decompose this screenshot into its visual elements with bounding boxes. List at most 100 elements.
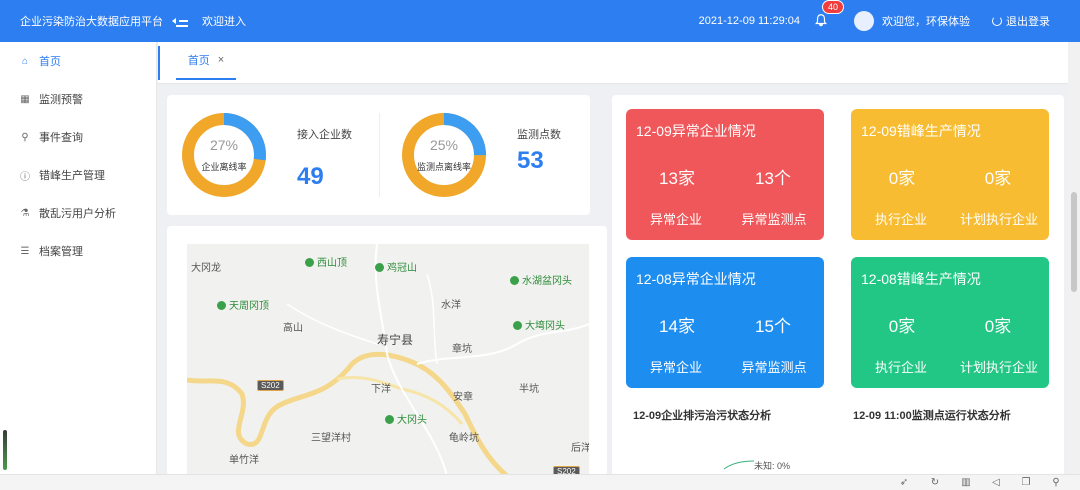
status-card-value: 14家	[659, 317, 695, 336]
sidebar-item-event-query[interactable]: ⚲ 事件查询	[0, 118, 156, 156]
sidebar-item-label: 监测预警	[39, 94, 83, 106]
tab-label: 首页	[187, 55, 210, 67]
menu-fold-icon[interactable]	[172, 12, 190, 30]
logout-label: 退出登录	[1006, 16, 1050, 28]
map-card: 大冈龙 西山顶 鸡冠山 水湖盆冈头 天周冈顶 水洋 高山 大塆冈头 寿宁县 章坑…	[167, 226, 607, 476]
power-icon	[992, 16, 1002, 26]
rocket-icon[interactable]: ➶	[898, 477, 910, 489]
status-card-value: 0家	[984, 317, 1012, 336]
status-card-label: 执行企业	[874, 360, 927, 375]
user-greeting: 欢迎您，环保体验	[882, 16, 970, 28]
platform-title: 企业污染防治大数据应用平台	[20, 16, 163, 28]
notification-bell-icon[interactable]: 40	[814, 0, 845, 29]
map-poi: 大冈头	[385, 411, 427, 426]
scrollbar-thumb[interactable]	[1071, 192, 1077, 292]
close-icon[interactable]: ×	[218, 54, 224, 66]
unknown-percent-label: 未知: 0%	[754, 461, 791, 471]
map-place: 龟岭坑	[449, 433, 479, 444]
enterprise-count-value: 49	[297, 163, 324, 190]
sidebar-item-label: 散乱污用户分析	[39, 208, 116, 220]
trash-icon[interactable]: ▥	[960, 477, 972, 489]
status-card-value: 0家	[888, 169, 916, 188]
status-card-label: 异常企业	[649, 360, 702, 375]
status-card-label: 异常监测点	[741, 212, 807, 227]
enterprise-offline-donut: 27% 企业离线率	[179, 110, 269, 200]
map-poi: 水湖盆冈头	[510, 272, 572, 287]
map-place: 半坑	[519, 384, 539, 395]
map-place: 三望洋村	[311, 433, 351, 444]
logout-button[interactable]: 退出登录	[992, 13, 1050, 29]
status-card-title: 12-09异常企业情况	[636, 123, 756, 139]
list-indent-icon: ☰	[20, 245, 30, 257]
status-card-value: 13家	[659, 169, 695, 188]
map-place: 大冈龙	[191, 263, 221, 274]
sidebar-item-archive[interactable]: ☰ 档案管理	[0, 232, 156, 270]
sidebar-item-label: 事件查询	[39, 132, 83, 144]
status-card-value: 15个	[755, 317, 791, 336]
top-header: 企业污染防治大数据应用平台 欢迎进入 2021-12-09 11:29:04 4…	[0, 0, 1080, 42]
map-view[interactable]: 大冈龙 西山顶 鸡冠山 水湖盆冈头 天周冈顶 水洋 高山 大塆冈头 寿宁县 章坑…	[187, 244, 589, 476]
status-card-abnormal-1209[interactable]: 12-09异常企业情况 13家 13个 异常企业 异常监测点	[626, 109, 824, 240]
status-card-label: 执行企业	[874, 212, 927, 227]
map-place: 后洋	[571, 443, 589, 454]
sidebar: ⌂ 首页 ▦ 监测预警 ⚲ 事件查询 ⓘ 错峰生产管理 ⚗ 散乱污用户分析 ☰ …	[0, 42, 157, 474]
map-place: 单竹洋	[229, 455, 259, 466]
status-card-peak-1208[interactable]: 12-08错峰生产情况 0家 0家 执行企业 计划执行企业	[851, 257, 1049, 388]
map-place: 水洋	[441, 300, 461, 311]
status-card-title: 12-09错峰生产情况	[861, 123, 981, 139]
welcome-text: 欢迎进入	[202, 16, 246, 28]
status-panel: 12-09异常企业情况 13家 13个 异常企业 异常监测点 12-09错峰生产…	[612, 95, 1064, 476]
info-icon: ⓘ	[20, 171, 30, 183]
sidebar-item-polluter-analysis[interactable]: ⚗ 散乱污用户分析	[0, 194, 156, 232]
divider	[379, 113, 380, 197]
map-poi: 西山顶	[305, 254, 347, 269]
points-count-value: 53	[517, 147, 544, 174]
status-card-peak-1209[interactable]: 12-09错峰生产情况 0家 0家 执行企业 计划执行企业	[851, 109, 1049, 240]
points-offline-donut: 25% 监测点离线率	[399, 110, 489, 200]
map-place: 安章	[453, 392, 473, 403]
status-card-value: 0家	[888, 317, 916, 336]
user-avatar[interactable]	[854, 11, 874, 31]
sidebar-item-home[interactable]: ⌂ 首页	[0, 42, 156, 80]
points-count-label: 监测点数	[517, 129, 561, 141]
window-icon[interactable]: ❐	[1020, 477, 1032, 489]
map-poi: 天周冈顶	[217, 297, 269, 312]
sidebar-item-label: 错峰生产管理	[39, 170, 105, 182]
donut-label: 监测点离线率	[416, 162, 471, 172]
status-card-value: 0家	[984, 169, 1012, 188]
status-card-abnormal-1208[interactable]: 12-08异常企业情况 14家 15个 异常企业 异常监测点	[626, 257, 824, 388]
map-place: 下洋	[371, 384, 391, 395]
map-county: 寿宁县	[377, 333, 414, 347]
status-card-title: 12-08异常企业情况	[636, 271, 756, 287]
stats-card: 27% 企业离线率 接入企业数 49 25% 监测点离线率 监测点数 53	[167, 95, 590, 215]
status-card-label: 计划执行企业	[959, 212, 1038, 227]
tab-home[interactable]: 首页 ×	[176, 42, 236, 80]
bottom-toolbar: ➶ ↻ ▥ ◁ ❐ ⚲	[0, 474, 1080, 490]
search-icon: ⚲	[21, 131, 29, 143]
speaker-icon[interactable]: ◁	[990, 477, 1002, 489]
map-place: 高山	[283, 323, 303, 334]
refresh-icon[interactable]: ↻	[929, 477, 941, 489]
map-place: 章坑	[452, 344, 472, 355]
sidebar-item-label: 档案管理	[39, 246, 83, 258]
page-scrollbar[interactable]	[1068, 42, 1080, 474]
status-card-label: 异常监测点	[741, 360, 807, 375]
sidebar-item-monitor-warning[interactable]: ▦ 监测预警	[0, 80, 156, 118]
enterprise-count-label: 接入企业数	[297, 129, 352, 141]
search-icon[interactable]: ⚲	[1050, 477, 1062, 489]
tab-bar-accent	[158, 46, 160, 80]
home-icon: ⌂	[21, 55, 29, 67]
sidebar-scroll-indicator	[3, 430, 7, 470]
map-poi: 鸡冠山	[375, 259, 417, 274]
donut-label: 企业离线率	[201, 162, 247, 172]
status-card-label: 异常企业	[649, 212, 702, 227]
status-card-value: 13个	[755, 169, 791, 188]
flask-icon: ⚗	[20, 207, 30, 219]
sidebar-item-label: 首页	[39, 56, 61, 68]
sidebar-item-peak-production[interactable]: ⓘ 错峰生产管理	[0, 156, 156, 194]
enterprise-pollution-analysis-title: 12-09企业排污治污状态分析	[633, 410, 772, 422]
notification-count-badge: 40	[822, 0, 845, 14]
donut-percent: 25%	[429, 137, 459, 153]
current-datetime: 2021-12-09 11:29:04	[698, 15, 800, 27]
status-card-label: 计划执行企业	[959, 360, 1038, 375]
